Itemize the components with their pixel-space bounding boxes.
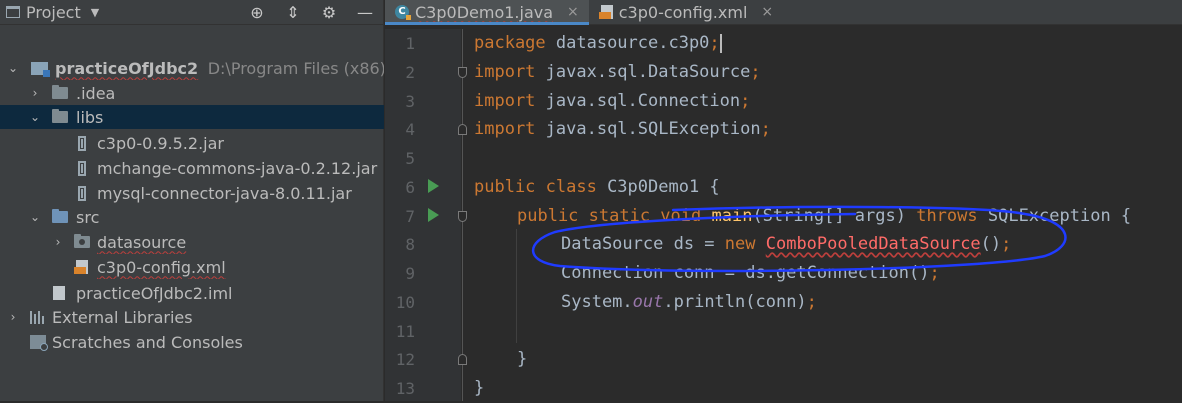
jar-icon [78,161,86,176]
java-class-icon: C [395,5,411,20]
code-line-6: public class C3p0Demo1 { [474,177,720,197]
chevron-right-icon[interactable]: › [28,86,42,100]
code-line-9: Connection conn = ds.getConnection(); [561,263,940,283]
tree-item-c3p0-config[interactable]: c3p0-config.xml [0,255,384,279]
close-icon[interactable]: × [567,4,579,20]
code-line-2: import javax.sql.DataSource; [474,62,761,82]
line-number: 11 [395,322,415,341]
tree-item-label: Scratches and Consoles [52,332,243,352]
tree-item-label: c3p0-0.9.5.2.jar [97,133,224,153]
tree-item-label: c3p0-config.xml [97,257,226,277]
line-number: 3 [405,92,415,111]
line-number: 1 [405,34,415,53]
scratches-icon [30,335,48,351]
code-line-13: } [474,378,485,398]
fold-marker-icon[interactable] [458,124,467,135]
project-root-path: D:\Program Files (x86)\Int [207,58,384,78]
source-folder-icon [52,209,68,223]
editor-panel: C C3p0Demo1.java × c3p0-config.xml × 1 2… [385,0,1182,401]
tree-item-label: src [76,207,100,227]
collapse-all-icon[interactable]: ⇕ [283,3,303,22]
line-number: 9 [405,264,415,283]
line-number: 12 [395,350,415,369]
tree-item-scratches[interactable]: Scratches and Consoles [0,330,384,354]
library-icon [30,311,44,324]
project-toolbar: ⊕ ⇕ ⚙ — [247,0,375,24]
line-number: 6 [405,178,415,197]
code-line-1: package datasource.c3p0; [474,33,722,53]
tree-item-mchange-jar[interactable]: mchange-commons-java-0.2.12.jar [0,156,384,180]
tab-label: C3p0Demo1.java [415,2,554,22]
tree-item-src[interactable]: ⌄ src [0,205,384,229]
folder-icon [52,109,68,123]
chevron-down-icon[interactable]: ⌄ [28,110,42,124]
line-number: 2 [405,63,415,82]
tab-c3p0-config-xml[interactable]: c3p0-config.xml × [589,0,783,24]
code-line-10: System.out.println(conn); [561,292,817,312]
text-cursor [719,33,722,53]
close-icon[interactable]: × [761,4,773,20]
line-number: 4 [405,120,415,139]
jar-icon [78,186,86,201]
tree-item-libs[interactable]: ⌄ libs [0,105,384,129]
fold-marker-icon[interactable] [458,354,467,365]
fold-marker-icon[interactable] [458,67,467,78]
xml-file-icon [598,5,613,19]
tree-item-mysql-jar[interactable]: mysql-connector-java-8.0.11.jar [0,181,384,205]
code-line-3: import java.sql.Connection; [474,91,751,111]
project-panel-title: Project [26,2,81,22]
line-number: 8 [405,235,415,254]
run-method-icon[interactable] [428,208,439,222]
tree-item-label: .idea [76,83,116,103]
chevron-down-icon: ▼ [90,5,100,19]
project-root-name: practiceOfJdbc2 [55,58,199,78]
run-class-icon[interactable] [428,179,439,193]
tree-item-idea[interactable]: › .idea [0,81,384,105]
hide-panel-icon[interactable]: — [355,3,375,22]
tree-item-datasource[interactable]: › datasource [0,230,384,254]
code-line-12: } [517,349,528,369]
tree-item-iml[interactable]: practiceOfJdbc2.iml [0,281,384,305]
line-number: 13 [395,379,415,398]
gear-icon[interactable]: ⚙ [319,3,339,22]
folder-icon [52,85,68,99]
line-number: 10 [395,293,415,312]
tree-item-project-root[interactable]: ⌄ practiceOfJdbc2 D:\Program Files (x86)… [0,56,384,80]
editor-tab-bar: C C3p0Demo1.java × c3p0-config.xml × [385,0,1182,25]
tree-item-label: practiceOfJdbc2.iml [76,283,233,303]
line-number: 7 [405,207,415,226]
line-number: 5 [405,149,415,168]
chevron-down-icon[interactable]: ⌄ [6,61,20,75]
package-icon [74,234,90,248]
ide-window: Project ▼ ⊕ ⇕ ⚙ — ⌄ practiceOfJdbc2 D:\P… [0,0,1182,401]
tree-item-label: mysql-connector-java-8.0.11.jar [97,183,352,203]
xml-file-icon [74,260,88,274]
jar-icon [78,136,86,151]
chevron-right-icon[interactable]: › [51,235,65,249]
tree-item-label: External Libraries [52,307,193,327]
tab-label: c3p0-config.xml [618,2,748,22]
unresolved-symbol: ComboPooledDataSource [765,234,981,254]
project-panel-header: Project ▼ ⊕ ⇕ ⚙ — [0,0,383,25]
project-window-icon [6,6,20,18]
project-panel: Project ▼ ⊕ ⇕ ⚙ — ⌄ practiceOfJdbc2 D:\P… [0,0,384,401]
locate-file-icon[interactable]: ⊕ [247,3,267,22]
fold-marker-icon[interactable] [458,211,467,222]
code-line-8: DataSource ds = new ComboPooledDataSourc… [561,234,1012,254]
chevron-down-icon[interactable]: ⌄ [28,210,42,224]
indent-guide [516,229,517,343]
tree-item-external-libraries[interactable]: › External Libraries [0,305,384,329]
tree-item-label: mchange-commons-java-0.2.12.jar [97,158,378,178]
code-editor[interactable]: 1 2 3 4 5 6 7 8 9 10 11 12 13 package da… [385,29,1182,401]
code-line-4: import java.sql.SQLException; [474,119,771,139]
tab-c3p0demo1-java[interactable]: C C3p0Demo1.java × [385,0,589,25]
tree-item-label: libs [76,107,104,127]
tree-item-c3p0-jar[interactable]: c3p0-0.9.5.2.jar [0,131,384,155]
iml-file-icon [53,286,65,300]
project-view-selector[interactable]: Project ▼ [0,3,99,22]
tree-item-label: datasource [97,232,187,252]
module-folder-icon [31,62,50,77]
chevron-right-icon[interactable]: › [6,310,20,324]
code-line-7: public static void main(String[] args) t… [517,206,1132,226]
